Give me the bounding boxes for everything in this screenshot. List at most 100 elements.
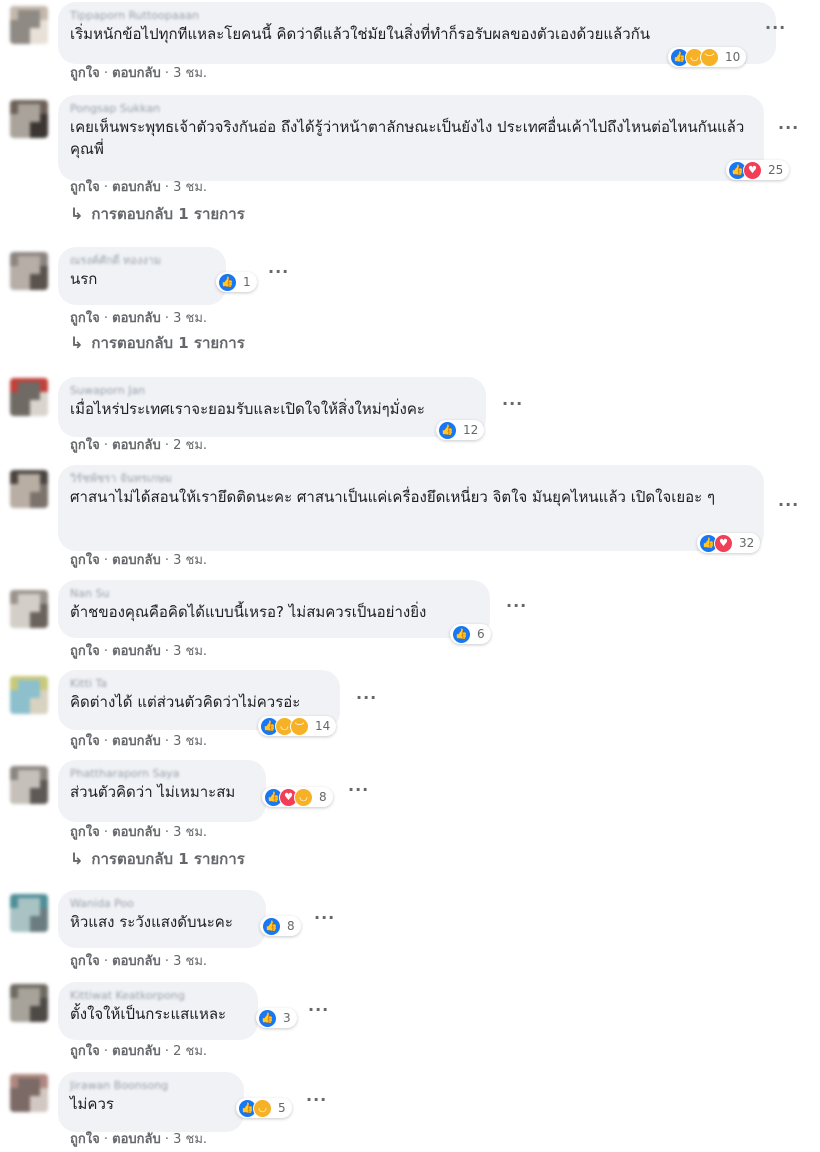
reaction-summary[interactable]: 👍 ♥ 32 [697, 533, 761, 553]
more-dots-icon[interactable]: ··· [778, 495, 799, 514]
separator-dot: · [160, 644, 174, 659]
comment-author-name[interactable]: ณรงค์ศักดิ์ ทองงาม [70, 254, 214, 268]
comment-actions: ถูกใจ · ตอบกลับ · 3 ชม. [70, 730, 207, 751]
reaction-summary[interactable]: 👍 6 [450, 624, 491, 644]
more-dots-icon[interactable]: ··· [356, 688, 377, 707]
comment-author-name[interactable]: Tippaporn Ruttoopaaan [70, 9, 764, 23]
avatar[interactable] [10, 378, 48, 416]
comment-timestamp[interactable]: 3 ชม. [173, 825, 207, 840]
reply-link[interactable]: ตอบกลับ [112, 825, 161, 840]
view-replies-link[interactable]: ↳ การตอบกลับ 1 รายการ [70, 331, 245, 355]
separator-dot: · [160, 66, 174, 81]
avatar[interactable] [10, 676, 48, 714]
like-link[interactable]: ถูกใจ [70, 1044, 100, 1059]
avatar[interactable] [10, 894, 48, 932]
comment-author-name[interactable]: Nan Su [70, 587, 478, 601]
reply-link[interactable]: ตอบกลับ [112, 180, 161, 195]
reaction-summary[interactable]: 👍 3 [256, 1008, 297, 1028]
comment-timestamp[interactable]: 3 ชม. [173, 553, 207, 568]
avatar[interactable] [10, 766, 48, 804]
like-link[interactable]: ถูกใจ [70, 66, 100, 81]
like-link[interactable]: ถูกใจ [70, 1132, 100, 1147]
reply-link[interactable]: ตอบกลับ [112, 954, 161, 969]
reaction-summary[interactable]: 👍 ♥ ◡ 8 [262, 787, 333, 807]
like-reaction-icon: 👍 [452, 624, 471, 644]
more-dots-icon[interactable]: ··· [308, 1000, 329, 1019]
comment-bubble: Pongsap Sukkan เคยเห็นพระพุทธเจ้าตัวจริงก… [58, 95, 764, 181]
reaction-summary[interactable]: 👍 ◡ 5 [236, 1098, 292, 1118]
comment-author-name[interactable]: Pongsap Sukkan [70, 102, 752, 116]
reply-link[interactable]: ตอบกลับ [112, 734, 161, 749]
avatar[interactable] [10, 1074, 48, 1112]
view-replies-link[interactable]: ↳ การตอบกลับ 1 รายการ [70, 847, 245, 871]
reaction-summary[interactable]: 👍 8 [260, 916, 301, 936]
reply-link[interactable]: ตอบกลับ [112, 438, 161, 453]
more-dots-icon[interactable]: ··· [765, 18, 786, 37]
avatar[interactable] [10, 590, 48, 628]
more-dots-icon[interactable]: ··· [502, 394, 523, 413]
like-link[interactable]: ถูกใจ [70, 825, 100, 840]
comment-timestamp[interactable]: 3 ชม. [173, 954, 207, 969]
more-dots-icon[interactable]: ··· [268, 262, 289, 281]
like-link[interactable]: ถูกใจ [70, 553, 100, 568]
comment-timestamp[interactable]: 3 ชม. [173, 734, 207, 749]
more-dots-icon[interactable]: ··· [778, 118, 799, 137]
comment-timestamp[interactable]: 2 ชม. [173, 1044, 207, 1059]
more-dots-icon[interactable]: ··· [314, 908, 335, 927]
comment-timestamp[interactable]: 3 ชม. [173, 66, 207, 81]
like-link[interactable]: ถูกใจ [70, 644, 100, 659]
avatar[interactable] [10, 100, 48, 138]
comment-text: หิวแสง ระวังแสงดับนะคะ [70, 913, 233, 931]
more-dots-icon[interactable]: ··· [348, 780, 369, 799]
reaction-summary[interactable]: 👍 ◡ ︶ 10 [668, 47, 747, 67]
reply-link[interactable]: ตอบกลับ [112, 644, 161, 659]
comment-author-name[interactable]: Kittiwat Keatkorpong [70, 989, 246, 1003]
avatar[interactable] [10, 470, 48, 508]
like-link[interactable]: ถูกใจ [70, 438, 100, 453]
reaction-count: 1 [243, 275, 251, 289]
separator-dot: · [160, 954, 174, 969]
comment-timestamp[interactable]: 3 ชม. [173, 311, 207, 326]
reaction-count: 3 [283, 1011, 291, 1025]
comment-text: เริ่มหนักข้อไปทุกทีแหละโยคนนี้ คิดว่าดีแ… [70, 25, 651, 43]
like-link[interactable]: ถูกใจ [70, 954, 100, 969]
reply-link[interactable]: ตอบกลับ [112, 1044, 161, 1059]
reply-link[interactable]: ตอบกลับ [112, 553, 161, 568]
more-dots-icon[interactable]: ··· [506, 596, 527, 615]
view-replies-link[interactable]: ↳ การตอบกลับ 1 รายการ [70, 202, 245, 226]
comment-actions: ถูกใจ · ตอบกลับ · 3 ชม. [70, 640, 207, 661]
comment-actions: ถูกใจ · ตอบกลับ · 3 ชม. [70, 62, 207, 83]
separator-dot: · [99, 438, 113, 453]
comment-timestamp[interactable]: 3 ชม. [173, 644, 207, 659]
haha-reaction-icon: ◡ [294, 787, 313, 807]
comment-author-name[interactable]: Wanida Poo [70, 897, 254, 911]
avatar[interactable] [10, 6, 48, 44]
like-link[interactable]: ถูกใจ [70, 734, 100, 749]
reply-link[interactable]: ตอบกลับ [112, 66, 161, 81]
reaction-summary[interactable]: 👍 ◡ ︶ 14 [258, 716, 337, 736]
comment-author-name[interactable]: Jirawan Boonsong [70, 1079, 232, 1093]
comment-author-name[interactable]: Kitti Ta [70, 677, 328, 691]
reaction-summary[interactable]: 👍 ♥ 25 [726, 160, 790, 180]
separator-dot: · [160, 438, 174, 453]
comment-author-name[interactable]: Suwaporn Jan [70, 384, 474, 398]
comment-timestamp[interactable]: 2 ชม. [173, 438, 207, 453]
avatar[interactable] [10, 984, 48, 1022]
reaction-count: 32 [739, 536, 755, 550]
sad-reaction-icon: ︶ [290, 716, 309, 736]
comment-timestamp[interactable]: 3 ชม. [173, 1132, 207, 1147]
like-link[interactable]: ถูกใจ [70, 311, 100, 326]
avatar[interactable] [10, 252, 48, 290]
comment-timestamp[interactable]: 3 ชม. [173, 180, 207, 195]
comment-author-name[interactable]: วิรัชพัชรา จันทรเกษม [70, 472, 752, 486]
reply-link[interactable]: ตอบกลับ [112, 311, 161, 326]
reaction-summary[interactable]: 👍 1 [216, 272, 257, 292]
reply-link[interactable]: ตอบกลับ [112, 1132, 161, 1147]
like-link[interactable]: ถูกใจ [70, 180, 100, 195]
reaction-count: 10 [725, 50, 741, 64]
comment-actions: ถูกใจ · ตอบกลับ · 2 ชม. [70, 434, 207, 455]
more-dots-icon[interactable]: ··· [306, 1090, 327, 1109]
reaction-summary[interactable]: 👍 12 [436, 420, 485, 440]
comment-author-name[interactable]: Phattharaporn Saya [70, 767, 254, 781]
separator-dot: · [99, 553, 113, 568]
